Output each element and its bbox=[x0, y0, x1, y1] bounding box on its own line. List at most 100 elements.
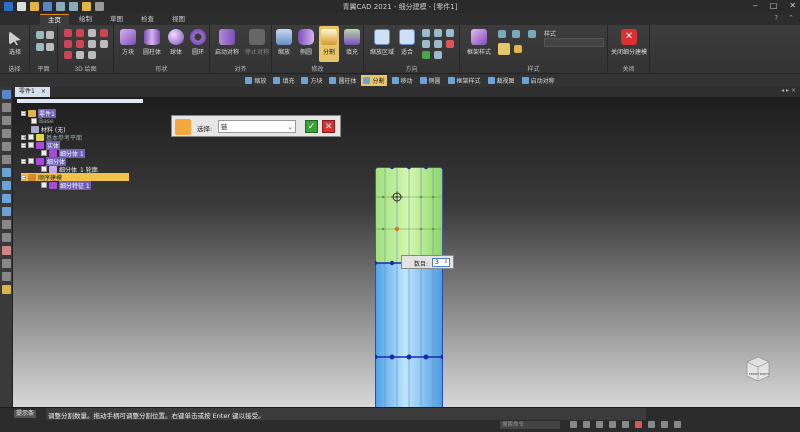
frame-style-button[interactable]: 框架样式 bbox=[462, 29, 496, 56]
project-icon[interactable] bbox=[100, 40, 108, 48]
split-button[interactable]: 分割 bbox=[319, 26, 339, 62]
wireframe-icon[interactable] bbox=[512, 30, 520, 38]
command-strip-item[interactable]: 圆柱体 bbox=[327, 75, 358, 86]
teamcenter-icon[interactable] bbox=[2, 207, 11, 216]
offset-icon[interactable] bbox=[76, 51, 84, 59]
close-subdivision-button[interactable]: ✕ 关闭细分建模 bbox=[608, 29, 650, 56]
box-style-icon[interactable] bbox=[498, 43, 510, 55]
visibility-checkbox[interactable] bbox=[41, 150, 47, 156]
command-strip-item[interactable]: 裁视图 bbox=[486, 75, 517, 86]
selection-dropdown[interactable]: 链 ⌄ bbox=[218, 120, 296, 133]
visibility-checkbox[interactable] bbox=[28, 134, 34, 140]
visibility-checkbox[interactable] bbox=[41, 166, 47, 172]
minimize-button[interactable]: ‒ bbox=[753, 1, 758, 10]
point-icon[interactable] bbox=[88, 29, 96, 37]
zoom-area-button[interactable]: 缩放区域 bbox=[366, 29, 398, 56]
help-panel-icon[interactable] bbox=[2, 168, 11, 177]
tab-home[interactable]: 主页 bbox=[40, 14, 69, 25]
command-strip-item[interactable]: 侧圆 bbox=[418, 75, 443, 86]
view-manager-icon[interactable] bbox=[2, 259, 11, 268]
collapse-toggle[interactable]: − bbox=[21, 142, 26, 148]
measure-icon[interactable] bbox=[2, 233, 11, 242]
display-mode-icon[interactable] bbox=[528, 30, 536, 38]
part-library-icon[interactable] bbox=[2, 181, 11, 190]
appearance-icon[interactable] bbox=[2, 246, 11, 255]
zoom-out-icon[interactable] bbox=[434, 40, 442, 48]
tab-sketch[interactable]: 草图 bbox=[102, 14, 131, 25]
curve-icon[interactable] bbox=[100, 29, 108, 37]
scale-button[interactable]: 缩放 bbox=[274, 29, 294, 56]
start-align-button[interactable]: 启动对称 bbox=[212, 29, 242, 56]
family-table-icon[interactable] bbox=[2, 142, 11, 151]
layers-icon[interactable] bbox=[2, 103, 11, 112]
mirror-icon[interactable] bbox=[88, 51, 96, 59]
rotate-icon[interactable] bbox=[596, 421, 603, 428]
pan-icon[interactable] bbox=[434, 29, 442, 37]
visibility-checkbox[interactable] bbox=[31, 118, 37, 124]
line-icon[interactable] bbox=[64, 29, 72, 37]
box-button[interactable]: 方块 bbox=[118, 29, 138, 56]
view-cube[interactable]: FRONT RIGHT bbox=[746, 356, 770, 382]
command-strip-item[interactable]: 启动对称 bbox=[520, 75, 557, 86]
visibility-checkbox[interactable] bbox=[28, 142, 34, 148]
hint-label[interactable]: 提示条 bbox=[14, 410, 37, 418]
properties-icon[interactable] bbox=[2, 129, 11, 138]
arc-icon[interactable] bbox=[76, 29, 84, 37]
tab-draw[interactable]: 绘制 bbox=[71, 14, 100, 25]
close-window-button[interactable]: ✕ bbox=[789, 1, 796, 10]
plane-normal-icon[interactable] bbox=[46, 43, 54, 51]
cylinder-button[interactable]: 圆柱体 bbox=[140, 29, 164, 56]
spinner-icon[interactable]: ⇕ bbox=[444, 258, 448, 266]
fill-button[interactable]: 填充 bbox=[342, 29, 362, 56]
tab-scroll-arrows[interactable]: ◂ ▸ × bbox=[781, 87, 796, 94]
tab-view[interactable]: 视图 bbox=[164, 14, 193, 25]
plane-icon[interactable] bbox=[36, 31, 44, 39]
style-dropdown[interactable] bbox=[544, 38, 604, 47]
stop-align-button[interactable]: 停止对称 bbox=[242, 29, 272, 56]
collapse-toggle[interactable]: − bbox=[21, 110, 26, 116]
display-icon[interactable] bbox=[648, 421, 655, 428]
command-strip-item[interactable]: 方块 bbox=[299, 75, 324, 86]
tree-item-root[interactable]: − 零件1 bbox=[21, 108, 56, 118]
maximize-button[interactable]: □ bbox=[770, 1, 778, 10]
select-button[interactable]: 选择 bbox=[4, 31, 26, 56]
render-icon[interactable] bbox=[635, 421, 642, 428]
settings-icon[interactable] bbox=[674, 421, 681, 428]
help-icon[interactable]: ? bbox=[774, 14, 778, 22]
side-button[interactable]: 侧圆 bbox=[296, 29, 316, 56]
view-style-icon[interactable] bbox=[622, 421, 629, 428]
orientation-icon[interactable] bbox=[661, 421, 668, 428]
spin-icon[interactable] bbox=[422, 51, 430, 59]
tab-inspect[interactable]: 检查 bbox=[133, 14, 162, 25]
tree-item-seq-feature[interactable]: 细分特征 1 bbox=[41, 180, 91, 190]
document-tab[interactable]: 零件1 × bbox=[15, 87, 50, 97]
collapse-toggle[interactable]: − bbox=[21, 174, 26, 180]
count-input[interactable]: 3 ⇕ bbox=[432, 258, 450, 267]
command-search-input[interactable]: 搜索命令 bbox=[500, 421, 560, 429]
sphere-button[interactable]: 球体 bbox=[166, 29, 186, 56]
subdivision-cylinder-model[interactable] bbox=[375, 167, 443, 407]
search-tool-icon[interactable] bbox=[2, 272, 11, 281]
sensor-icon[interactable] bbox=[2, 155, 11, 164]
cancel-button[interactable]: ✕ bbox=[322, 120, 335, 133]
expand-toggle[interactable]: + bbox=[21, 134, 26, 140]
circle-icon[interactable] bbox=[64, 40, 72, 48]
polyline-icon[interactable] bbox=[64, 51, 72, 59]
smooth-style-icon[interactable] bbox=[514, 45, 522, 53]
fit-view-icon[interactable] bbox=[609, 421, 616, 428]
assembly-icon[interactable] bbox=[2, 194, 11, 203]
grid-icon[interactable] bbox=[2, 220, 11, 229]
ribbon-collapse-icon[interactable]: ⌃ bbox=[788, 14, 794, 22]
3d-viewport[interactable]: − 零件1 Base 材料 (无) + 基本参考平面 − 实体 细分体 1 − … bbox=[13, 97, 800, 407]
spline-icon[interactable] bbox=[76, 40, 84, 48]
view-orient-icon[interactable] bbox=[446, 40, 454, 48]
drag-handle-point[interactable] bbox=[394, 226, 400, 232]
zoom-icon[interactable] bbox=[570, 421, 577, 428]
look-at-icon[interactable] bbox=[434, 51, 442, 59]
trim-icon[interactable] bbox=[88, 40, 96, 48]
zoom-icon[interactable] bbox=[422, 29, 430, 37]
plane-angle-icon[interactable] bbox=[36, 43, 44, 51]
command-strip-item[interactable]: 缩放 bbox=[243, 75, 268, 86]
close-tab-icon[interactable]: × bbox=[41, 87, 46, 97]
command-strip-item[interactable]: 分割 bbox=[361, 75, 387, 86]
